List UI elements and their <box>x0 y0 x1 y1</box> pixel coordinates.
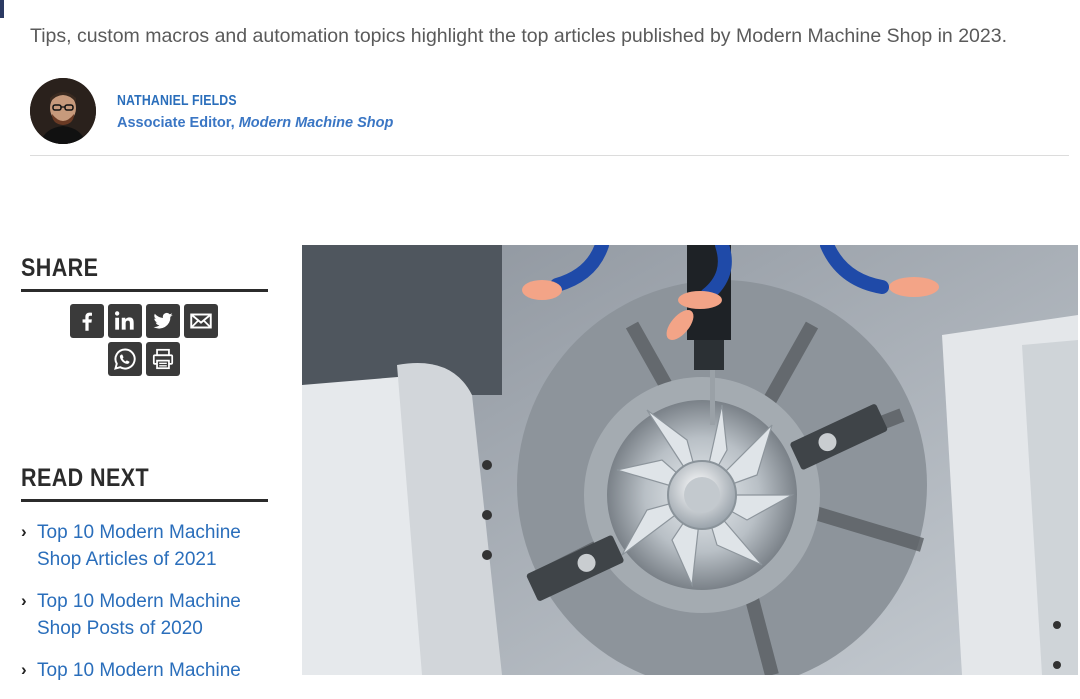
read-next-item: › Top 10 Modern Machine Shop Articles of… <box>21 519 271 573</box>
read-next-heading-rule <box>21 499 268 502</box>
article-subtitle: Tips, custom macros and automation topic… <box>30 25 1007 47</box>
read-next-link[interactable]: Top 10 Modern Machine Shop Articles of 2… <box>37 519 257 573</box>
article-hero-image <box>302 245 1078 675</box>
whatsapp-icon <box>114 348 136 370</box>
author-role-title: Associate Editor, <box>117 115 239 131</box>
author-role: Associate Editor, Modern Machine Shop <box>117 115 393 131</box>
print-share-button[interactable] <box>146 342 180 376</box>
twitter-share-button[interactable] <box>146 304 180 338</box>
chevron-right-icon: › <box>21 591 27 610</box>
read-next-list: › Top 10 Modern Machine Shop Articles of… <box>21 519 271 699</box>
read-next-link[interactable]: Top 10 Modern Machine <box>37 657 257 684</box>
byline-divider <box>30 155 1069 156</box>
chevron-right-icon: › <box>21 522 27 541</box>
print-icon <box>152 348 174 370</box>
author-publication: Modern Machine Shop <box>238 115 394 131</box>
linkedin-share-button[interactable] <box>108 304 142 338</box>
author-name[interactable]: NATHANIEL FIELDS <box>117 92 237 109</box>
read-next-heading: READ NEXT <box>21 464 150 492</box>
author-avatar[interactable] <box>30 78 96 144</box>
linkedin-icon <box>114 311 134 330</box>
read-next-item: › Top 10 Modern Machine Shop Posts of 20… <box>21 588 271 642</box>
page-corner-accent <box>0 0 4 18</box>
email-share-button[interactable] <box>184 304 218 338</box>
share-heading: SHARE <box>21 254 99 282</box>
email-icon <box>190 313 212 329</box>
facebook-share-button[interactable] <box>70 304 104 338</box>
chevron-right-icon: › <box>21 660 27 679</box>
share-heading-rule <box>21 289 268 292</box>
whatsapp-share-button[interactable] <box>108 342 142 376</box>
read-next-item: › Top 10 Modern Machine <box>21 657 271 684</box>
read-next-link[interactable]: Top 10 Modern Machine Shop Posts of 2020 <box>37 588 257 642</box>
twitter-icon <box>153 312 173 329</box>
facebook-icon <box>82 312 92 331</box>
